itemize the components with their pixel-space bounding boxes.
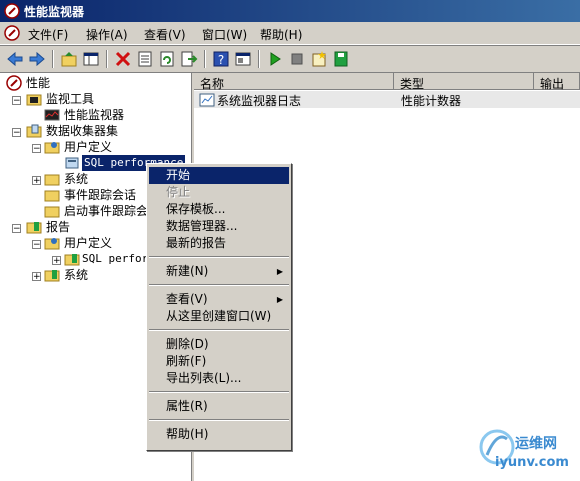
svg-text:?: ?	[218, 53, 224, 67]
list-row[interactable]: 系统监视器日志 性能计数器	[194, 91, 580, 108]
toolbar-separator	[106, 50, 108, 68]
menu-item-properties[interactable]: 属性(R)	[149, 398, 289, 415]
tree-node-root[interactable]: 性能	[4, 75, 184, 91]
tree-node-monitor-tools[interactable]: 监视工具	[24, 91, 184, 107]
export-icon[interactable]	[180, 50, 198, 68]
menu-item-data-manager[interactable]: 数据管理器...	[149, 218, 289, 235]
expand-toggle[interactable]: +	[32, 176, 41, 186]
title-bar: 性能监视器	[0, 0, 580, 22]
toolbar-separator	[258, 50, 260, 68]
folder-report-icon	[26, 222, 42, 234]
toolbar: ?	[0, 45, 580, 73]
collector-set-icon	[65, 157, 79, 169]
forward-icon[interactable]	[28, 50, 46, 68]
menu-item-new-window[interactable]: 从这里创建窗口(W)	[149, 308, 289, 325]
tree-label: 性能	[26, 76, 51, 90]
tree-node-data-collector-sets[interactable]: 数据收集器集	[24, 123, 184, 139]
menu-item-export-list[interactable]: 导出列表(L)...	[149, 370, 289, 387]
show-tree-icon[interactable]	[82, 50, 100, 68]
menu-item-stop[interactable]: 停止	[149, 184, 289, 201]
folder-icon	[44, 174, 60, 186]
menu-file[interactable]: 文件(F)	[28, 26, 68, 43]
menu-item-save-template[interactable]: 保存模板...	[149, 201, 289, 218]
perfmon-icon	[6, 75, 22, 91]
toolbar-separator	[204, 50, 206, 68]
menu-item-delete[interactable]: 删除(D)	[149, 336, 289, 353]
properties-icon[interactable]	[136, 50, 154, 68]
window-title: 性能监视器	[24, 5, 85, 19]
monitor-chart-icon	[44, 109, 60, 121]
help-icon[interactable]: ?	[212, 50, 230, 68]
menu-item-view[interactable]: 查看(V) ▶	[149, 291, 289, 308]
delete-icon[interactable]	[114, 50, 132, 68]
row-name: 系统监视器日志	[217, 94, 302, 108]
column-header-type[interactable]: 类型	[394, 73, 534, 91]
folder-collector-icon	[26, 124, 42, 138]
menu-item-latest-report[interactable]: 最新的报告	[149, 235, 289, 252]
folder-report-icon	[64, 254, 80, 266]
row-type: 性能计数器	[401, 94, 462, 108]
collapse-toggle[interactable]: −	[12, 96, 21, 106]
menu-help[interactable]: 帮助(H)	[260, 26, 302, 43]
menu-item-help[interactable]: 帮助(H)	[149, 426, 289, 443]
menu-separator	[149, 391, 289, 393]
folder-icon	[44, 206, 60, 218]
console-icon[interactable]	[234, 50, 252, 68]
folder-user-icon	[44, 142, 60, 154]
back-icon[interactable]	[6, 50, 24, 68]
expand-toggle[interactable]: +	[32, 272, 41, 282]
menu-separator	[149, 329, 289, 331]
tree-node-user-defined[interactable]: 用户定义	[44, 139, 184, 155]
column-header-name[interactable]: 名称	[194, 73, 394, 91]
toolbar-separator	[52, 50, 54, 68]
refresh-icon[interactable]	[158, 50, 176, 68]
menu-item-start[interactable]: 开始	[149, 167, 289, 184]
up-folder-icon[interactable]	[60, 50, 78, 68]
expand-toggle[interactable]: +	[52, 256, 61, 266]
stop-icon[interactable]	[288, 50, 306, 68]
menu-separator	[149, 256, 289, 258]
menu-bar: 文件(F) 操作(A) 查看(V) 窗口(W) 帮助(H)	[0, 22, 580, 45]
context-menu: 开始 停止 保存模板... 数据管理器... 最新的报告 新建(N) ▶ 查看(V…	[146, 163, 292, 451]
collapse-toggle[interactable]: −	[32, 144, 41, 154]
submenu-arrow-icon: ▶	[276, 295, 283, 304]
start-icon[interactable]	[266, 50, 284, 68]
watermark-domain: iyunv.com	[495, 455, 569, 470]
log-chart-icon	[199, 93, 215, 107]
column-header-output[interactable]: 输出	[534, 73, 580, 91]
menu-separator	[149, 419, 289, 421]
collapse-toggle[interactable]: −	[12, 128, 21, 138]
folder-report-icon	[44, 270, 60, 282]
watermark-text: 运维网	[515, 436, 557, 452]
folder-icon	[44, 190, 60, 202]
folder-tools-icon	[26, 94, 42, 106]
menu-view[interactable]: 查看(V)	[144, 26, 186, 43]
menu-item-new[interactable]: 新建(N) ▶	[149, 263, 289, 280]
menu-window[interactable]: 窗口(W)	[202, 26, 247, 43]
collapse-toggle[interactable]: −	[12, 224, 21, 234]
menu-item-refresh[interactable]: 刷新(F)	[149, 353, 289, 370]
save-icon[interactable]	[332, 50, 350, 68]
submenu-arrow-icon: ▶	[276, 267, 283, 276]
watermark: 运维网 iyunv.com	[475, 425, 575, 475]
menu-action[interactable]: 操作(A)	[86, 26, 128, 43]
perfmon-app-icon	[4, 3, 20, 19]
new-set-icon[interactable]	[310, 50, 328, 68]
menu-separator	[149, 284, 289, 286]
tree-node-perf-monitor[interactable]: 性能监视器	[44, 107, 184, 123]
collapse-toggle[interactable]: −	[32, 240, 41, 250]
system-menu-icon[interactable]	[4, 25, 20, 41]
folder-user-icon	[44, 238, 60, 250]
